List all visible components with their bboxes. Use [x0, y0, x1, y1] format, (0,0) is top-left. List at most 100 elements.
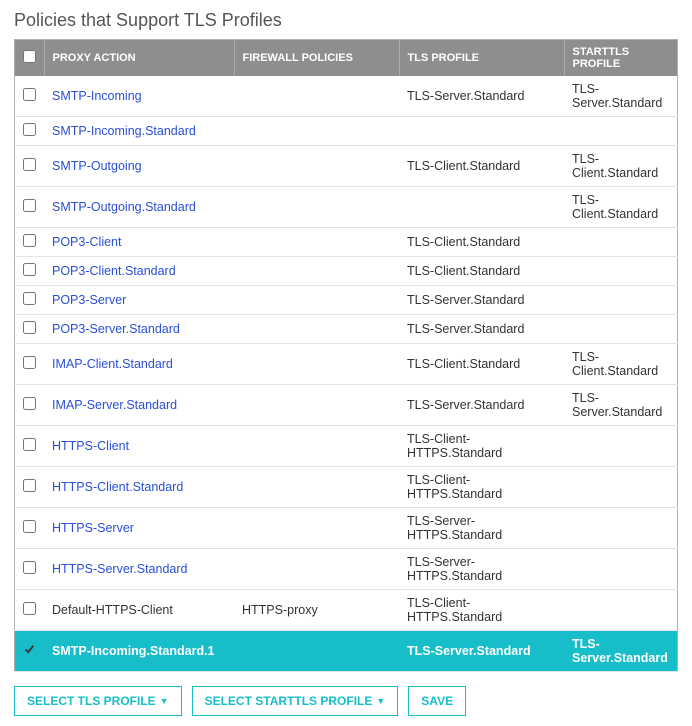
firewall-cell — [234, 385, 399, 426]
tls-cell: TLS-Client.Standard — [399, 146, 564, 187]
proxy-cell: HTTPS-Server.Standard — [44, 549, 234, 590]
proxy-action-link[interactable]: IMAP-Client.Standard — [52, 357, 173, 371]
row-checkbox[interactable] — [23, 602, 36, 615]
proxy-action-text: Default-HTTPS-Client — [52, 603, 173, 617]
row-checkbox-cell — [15, 315, 45, 344]
firewall-cell — [234, 187, 399, 228]
row-checkbox-cell — [15, 286, 45, 315]
proxy-action-link[interactable]: HTTPS-Client.Standard — [52, 480, 183, 494]
table-row[interactable]: POP3-ServerTLS-Server.Standard — [15, 286, 678, 315]
table-row[interactable]: SMTP-Incoming TLS-Server.StandardTLS-Serv… — [15, 76, 678, 117]
table-row[interactable]: SMTP-Outgoing.Standard TLS-Client.Standar… — [15, 187, 678, 228]
table-row[interactable]: HTTPS-ClientTLS-Client-HTTPS.Standard — [15, 426, 678, 467]
tls-cell: TLS-Client.Standard — [399, 228, 564, 257]
row-checkbox-cell — [15, 146, 45, 187]
proxy-action-link[interactable]: HTTPS-Client — [52, 439, 129, 453]
row-checkbox[interactable] — [23, 561, 36, 574]
row-checkbox[interactable] — [23, 643, 36, 656]
select-starttls-profile-button[interactable]: SELECT STARTTLS PROFILE ▼ — [192, 686, 399, 716]
proxy-action-link[interactable]: POP3-Server — [52, 293, 126, 307]
select-tls-profile-label: SELECT TLS PROFILE — [27, 694, 156, 708]
row-checkbox-cell — [15, 549, 45, 590]
table-row[interactable]: POP3-Client TLS-Client.Standard — [15, 228, 678, 257]
proxy-cell: POP3-Client — [44, 228, 234, 257]
row-checkbox-cell — [15, 426, 45, 467]
row-checkbox-cell — [15, 385, 45, 426]
select-tls-profile-button[interactable]: SELECT TLS PROFILE ▼ — [14, 686, 182, 716]
table-row[interactable]: SMTP-Incoming.Standard — [15, 117, 678, 146]
tls-cell: TLS-Server-HTTPS.Standard — [399, 549, 564, 590]
row-checkbox-cell — [15, 508, 45, 549]
row-checkbox[interactable] — [23, 158, 36, 171]
starttls-cell — [564, 590, 678, 631]
policy-table: PROXY ACTION FIREWALL POLICIES TLS PROFI… — [14, 39, 678, 672]
tls-cell: TLS-Server-HTTPS.Standard — [399, 508, 564, 549]
row-checkbox-cell — [15, 117, 45, 146]
row-checkbox[interactable] — [23, 292, 36, 305]
table-row[interactable]: POP3-Server.StandardTLS-Server.Standard — [15, 315, 678, 344]
proxy-action-link[interactable]: SMTP-Incoming.Standard.1 — [52, 644, 215, 658]
row-checkbox[interactable] — [23, 479, 36, 492]
proxy-action-link[interactable]: SMTP-Outgoing — [52, 159, 142, 173]
tls-cell — [399, 117, 564, 146]
firewall-cell — [234, 467, 399, 508]
starttls-cell — [564, 228, 678, 257]
firewall-cell — [234, 76, 399, 117]
row-checkbox[interactable] — [23, 397, 36, 410]
tls-cell: TLS-Server.Standard — [399, 76, 564, 117]
row-checkbox[interactable] — [23, 199, 36, 212]
row-checkbox-cell — [15, 76, 45, 117]
table-row[interactable]: HTTPS-Server TLS-Server-HTTPS.Standard — [15, 508, 678, 549]
proxy-action-link[interactable]: POP3-Server.Standard — [52, 322, 180, 336]
row-checkbox[interactable] — [23, 438, 36, 451]
proxy-action-link[interactable]: SMTP-Outgoing.Standard — [52, 200, 196, 214]
firewall-cell — [234, 117, 399, 146]
proxy-action-link[interactable]: SMTP-Incoming.Standard — [52, 124, 196, 138]
table-row[interactable]: SMTP-Incoming.Standard.1TLS-Server.Stand… — [15, 631, 678, 672]
row-checkbox[interactable] — [23, 356, 36, 369]
row-checkbox[interactable] — [23, 123, 36, 136]
proxy-action-link[interactable]: HTTPS-Server.Standard — [52, 562, 187, 576]
proxy-cell: SMTP-Incoming.Standard.1 — [44, 631, 234, 672]
proxy-action-link[interactable]: SMTP-Incoming — [52, 89, 142, 103]
proxy-action-link[interactable]: POP3-Client.Standard — [52, 264, 176, 278]
starttls-cell: TLS-Client.Standard — [564, 187, 678, 228]
firewall-cell — [234, 228, 399, 257]
starttls-cell: TLS-Server.Standard — [564, 76, 678, 117]
table-row[interactable]: HTTPS-Server.Standard TLS-Server-HTTPS.St… — [15, 549, 678, 590]
row-checkbox[interactable] — [23, 234, 36, 247]
row-checkbox[interactable] — [23, 263, 36, 276]
tls-cell: TLS-Client.Standard — [399, 257, 564, 286]
table-row[interactable]: SMTP-Outgoing TLS-Client.StandardTLS-Clie… — [15, 146, 678, 187]
proxy-action-link[interactable]: POP3-Client — [52, 235, 121, 249]
row-checkbox-cell — [15, 257, 45, 286]
select-all-checkbox[interactable] — [23, 50, 36, 63]
starttls-cell: TLS-Client.Standard — [564, 146, 678, 187]
header-starttls: STARTTLS PROFILE — [564, 40, 678, 77]
table-row[interactable]: IMAP-Client.StandardTLS-Client.StandardT… — [15, 344, 678, 385]
row-checkbox[interactable] — [23, 88, 36, 101]
proxy-cell: IMAP-Server.Standard — [44, 385, 234, 426]
proxy-action-link[interactable]: IMAP-Server.Standard — [52, 398, 177, 412]
table-row[interactable]: HTTPS-Client.Standard TLS-Client-HTTPS.St… — [15, 467, 678, 508]
starttls-cell — [564, 426, 678, 467]
proxy-action-link[interactable]: HTTPS-Server — [52, 521, 134, 535]
table-row[interactable]: POP3-Client.Standard TLS-Client.Standard — [15, 257, 678, 286]
firewall-cell: HTTPS-proxy — [234, 590, 399, 631]
tls-cell: TLS-Client-HTTPS.Standard — [399, 467, 564, 508]
header-proxy: PROXY ACTION — [44, 40, 234, 77]
firewall-cell — [234, 315, 399, 344]
row-checkbox[interactable] — [23, 321, 36, 334]
firewall-cell — [234, 257, 399, 286]
table-row[interactable]: Default-HTTPS-ClientHTTPS-proxyTLS-Clien… — [15, 590, 678, 631]
starttls-cell: TLS-Server.Standard — [564, 385, 678, 426]
save-button[interactable]: SAVE — [408, 686, 466, 716]
row-checkbox-cell — [15, 344, 45, 385]
firewall-cell — [234, 426, 399, 467]
firewall-cell — [234, 631, 399, 672]
tls-cell: TLS-Server.Standard — [399, 385, 564, 426]
row-checkbox-cell — [15, 228, 45, 257]
firewall-cell — [234, 286, 399, 315]
page-title: Policies that Support TLS Profiles — [14, 10, 678, 31]
table-row[interactable]: IMAP-Server.Standard TLS-Server.StandardT… — [15, 385, 678, 426]
